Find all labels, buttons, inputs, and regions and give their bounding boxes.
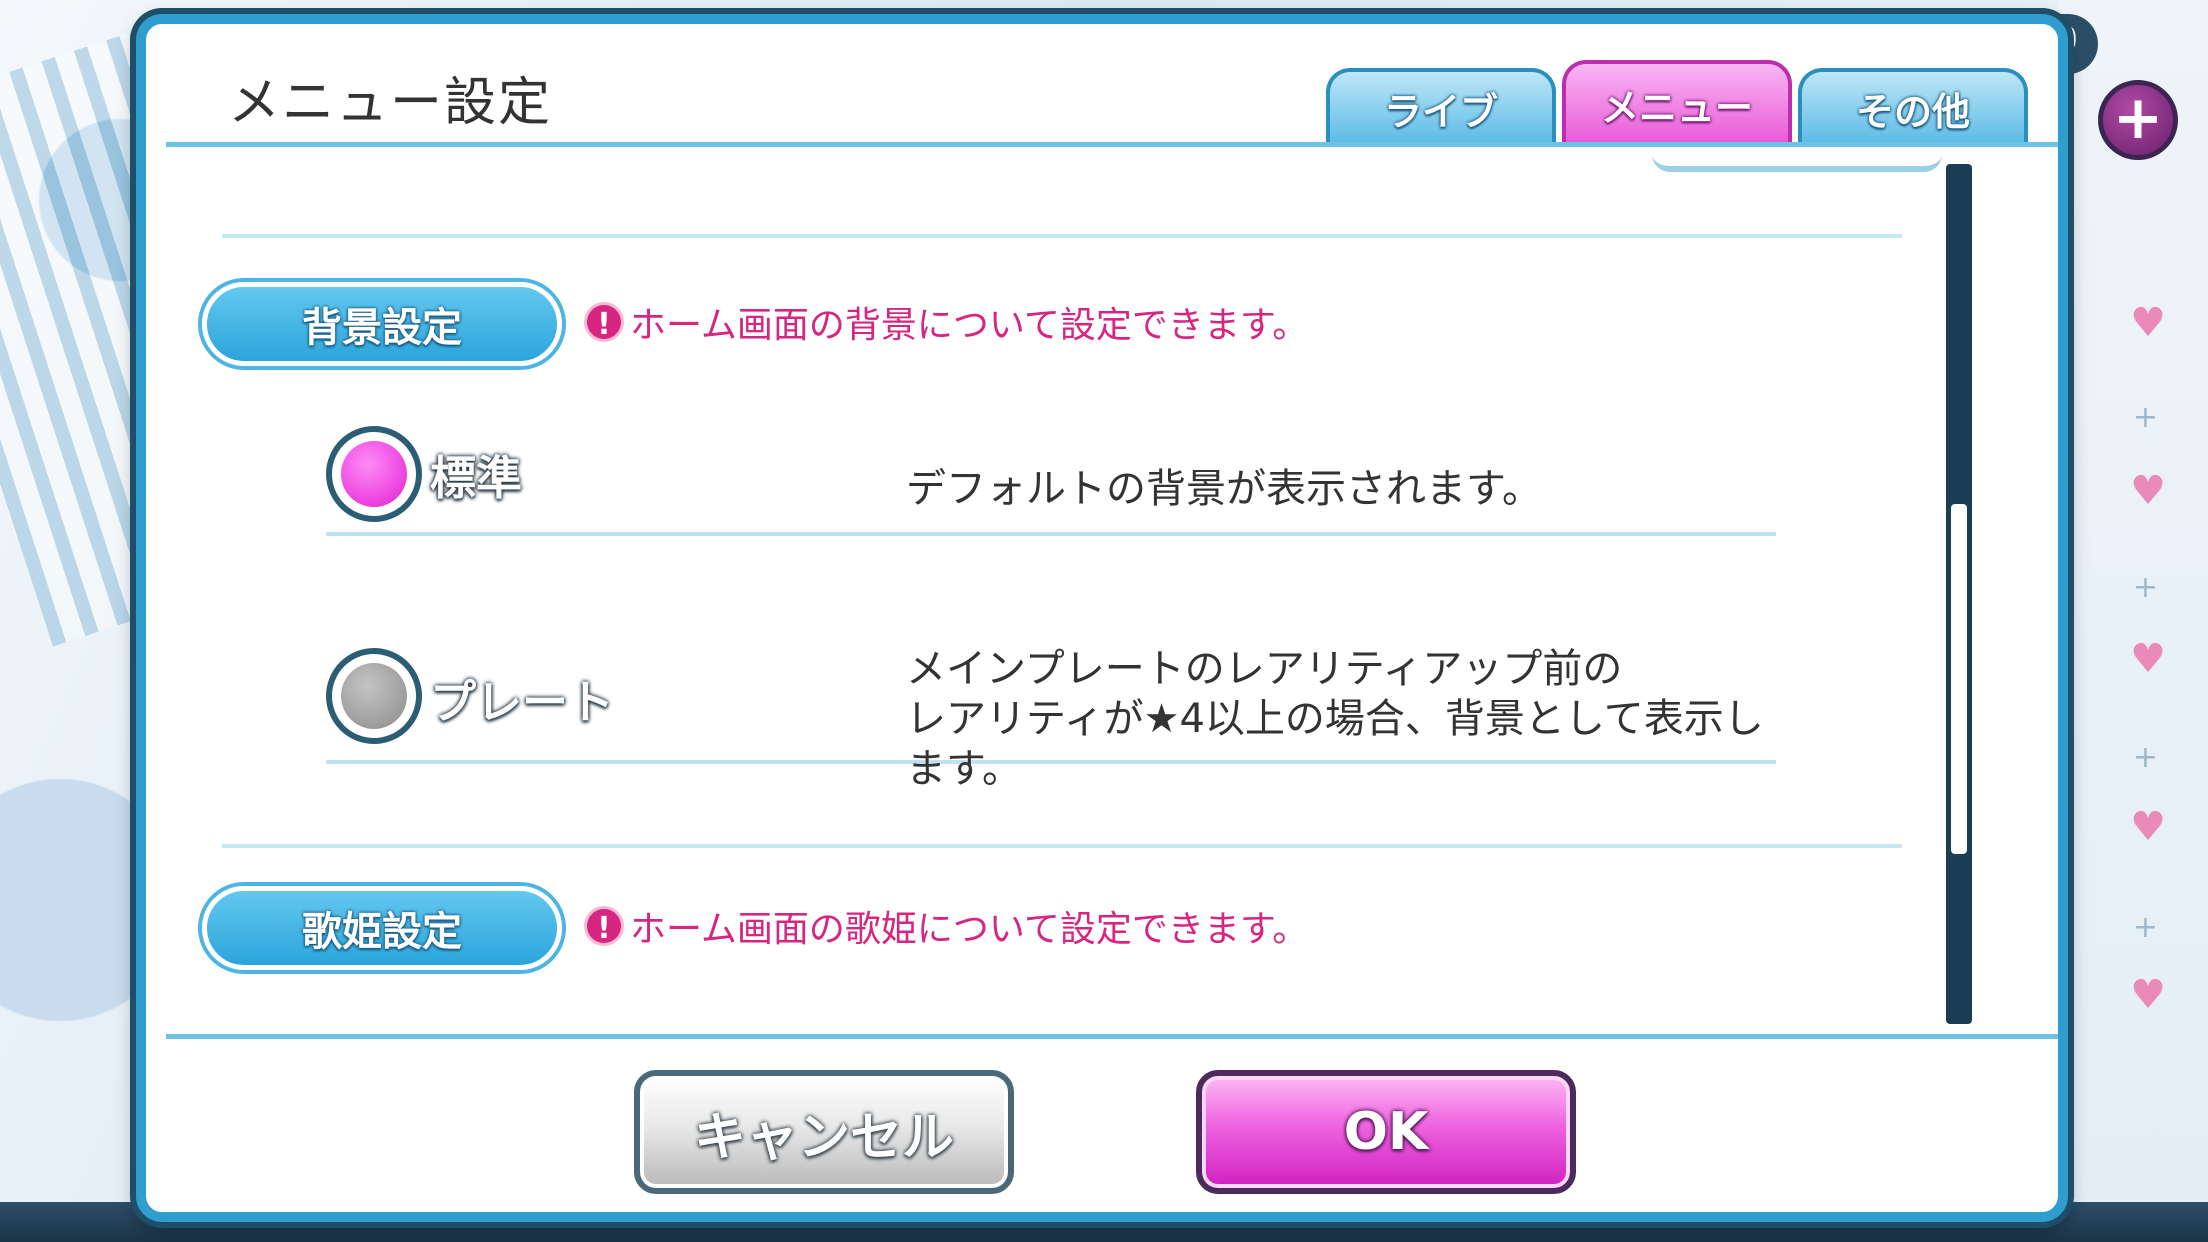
dialog-title: メニュー設定	[228, 73, 553, 133]
section-label-background: 背景設定	[202, 282, 562, 366]
tab-other[interactable]: その他	[1798, 68, 2028, 144]
option-row-plate[interactable]: プレート メインプレートのレアリティアップ前の レアリティが★4以上の場合、背景…	[326, 644, 1776, 792]
section-divider	[222, 844, 1902, 848]
sparkle-icon: +	[2132, 570, 2158, 605]
tab-bar: ライブ メニュー その他	[1326, 60, 2028, 144]
cancel-button[interactable]: キャンセル	[634, 1070, 1014, 1194]
alert-icon: !	[584, 906, 624, 946]
option-label-standard: 標準	[430, 451, 522, 505]
radio-selected-dot	[341, 441, 407, 507]
option-desc-plate-line2: レアリティが★4以上の場合、背景として表示します。	[906, 696, 1764, 792]
section-note-background: ! ホーム画面の背景について設定できます。	[584, 296, 1308, 348]
alert-icon: !	[584, 302, 624, 342]
option-desc-plate: メインプレートのレアリティアップ前の レアリティが★4以上の場合、背景として表示…	[906, 644, 1776, 794]
heart-icon: ♥	[2130, 300, 2166, 346]
scrollbar-thumb[interactable]	[1951, 504, 1967, 854]
footer-divider	[166, 1034, 2058, 1039]
ok-button[interactable]: OK	[1196, 1070, 1576, 1194]
section-label-diva: 歌姫設定	[202, 886, 562, 970]
section-note-text: ホーム画面の歌姫について設定できます。	[630, 909, 1309, 950]
heart-icon: ♥	[2130, 804, 2166, 850]
radio-unselected-dot	[341, 663, 407, 729]
radio-plate[interactable]	[326, 648, 422, 744]
tab-menu[interactable]: メニュー	[1562, 60, 1792, 144]
heart-icon: ♥	[2130, 468, 2166, 514]
sparkle-icon: +	[2132, 740, 2158, 775]
section-note-text: ホーム画面の背景について設定できます。	[630, 305, 1309, 346]
radio-standard[interactable]	[326, 426, 422, 522]
option-label-plate: プレート	[430, 675, 614, 729]
option-row-standard[interactable]: 標準 デフォルトの背景が表示されます。	[326, 426, 1776, 536]
previous-item-edge	[1652, 154, 1942, 172]
title-divider	[166, 142, 2058, 147]
sparkle-icon: +	[2132, 910, 2158, 945]
option-desc-plate-line1: メインプレートのレアリティアップ前の	[906, 646, 1623, 692]
settings-dialog: メニュー設定 ライブ メニュー その他 背景設定 ! ホーム画面の背景について設…	[136, 14, 2068, 1222]
section-divider	[222, 234, 1902, 238]
settings-content: 背景設定 ! ホーム画面の背景について設定できます。 標準 デフォルトの背景が表…	[166, 154, 1966, 1034]
heart-icon: ♥	[2130, 972, 2166, 1018]
sparkle-icon: +	[2132, 400, 2158, 435]
plus-icon[interactable]: +	[2098, 80, 2178, 160]
tab-live[interactable]: ライブ	[1326, 68, 1556, 144]
section-note-diva: ! ホーム画面の歌姫について設定できます。	[584, 900, 1308, 952]
scrollbar[interactable]	[1946, 164, 1972, 1024]
option-desc-standard: デフォルトの背景が表示されます。	[906, 466, 1542, 512]
heart-icon: ♥	[2130, 636, 2166, 682]
